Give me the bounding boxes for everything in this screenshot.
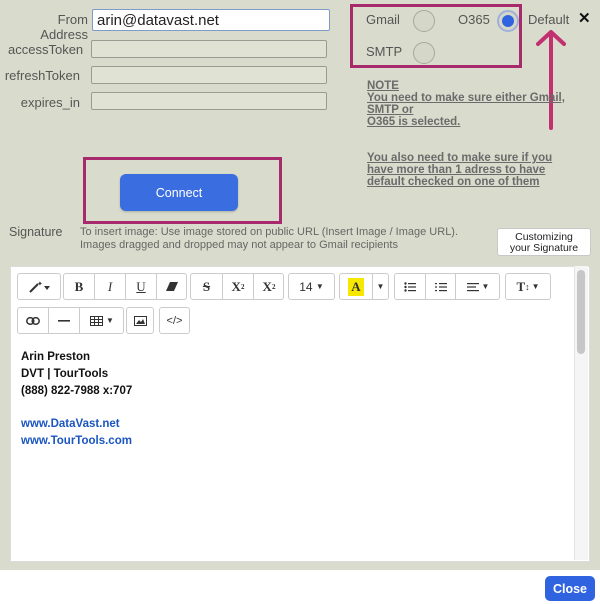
customize-signature-button[interactable]: Customizing your Signature bbox=[497, 228, 591, 256]
radio-selected-dot bbox=[502, 15, 514, 27]
line-height-dropdown[interactable]: T ↕ ▼ bbox=[505, 273, 551, 300]
editor-scrollbar-thumb[interactable] bbox=[577, 270, 585, 354]
note-text-line: You also need to make sure if you bbox=[367, 152, 553, 164]
color-group: A ▼ bbox=[339, 273, 389, 300]
signature-phone: (888) 822-7988 x:707 bbox=[21, 385, 133, 397]
expires-in-label: expires_in bbox=[20, 95, 80, 110]
access-token-label: accessToken bbox=[8, 42, 84, 57]
horizontal-rule-icon[interactable] bbox=[48, 308, 79, 333]
eraser-icon[interactable] bbox=[156, 274, 187, 299]
script-group: S X2 X2 bbox=[190, 273, 284, 300]
caret-down-icon: ▼ bbox=[106, 316, 114, 325]
image-icon[interactable] bbox=[127, 308, 153, 333]
close-button[interactable]: Close bbox=[545, 576, 595, 601]
note-text-line: have more than 1 adress to have bbox=[367, 164, 546, 176]
signature-help-text: To insert image: Use image stored on pub… bbox=[80, 226, 459, 251]
font-size-dropdown[interactable]: 14 ▼ bbox=[288, 273, 335, 300]
default-label: Default bbox=[528, 12, 570, 27]
bold-button[interactable]: B bbox=[64, 274, 94, 299]
strikethrough-button[interactable]: S bbox=[191, 274, 222, 299]
expires-in-input[interactable] bbox=[91, 92, 327, 110]
svg-text:✦: ✦ bbox=[37, 280, 43, 288]
caret-down-icon: ▼ bbox=[315, 282, 324, 291]
close-icon[interactable]: ✕ bbox=[578, 9, 591, 27]
signature-name: Arin Preston bbox=[21, 351, 91, 363]
superscript-letter: X bbox=[231, 278, 241, 294]
bullet-list-icon[interactable] bbox=[395, 274, 425, 299]
insert-group: ▼ bbox=[17, 307, 124, 334]
link-icon[interactable] bbox=[18, 308, 48, 333]
underline-button[interactable]: U bbox=[125, 274, 156, 299]
font-size-text: 14 bbox=[299, 279, 313, 294]
connect-button[interactable]: Connect bbox=[120, 174, 238, 211]
table-dropdown[interactable]: ▼ bbox=[79, 308, 124, 333]
font-size-value: 14 ▼ bbox=[289, 274, 334, 299]
refresh-token-input[interactable] bbox=[91, 66, 327, 84]
superscript-button[interactable]: X2 bbox=[222, 274, 253, 299]
subscript-letter: X bbox=[262, 278, 272, 294]
refresh-token-label: refreshToken bbox=[4, 68, 80, 83]
magic-wand-icon[interactable]: ✦ bbox=[18, 274, 60, 299]
note-text-line: default checked on one of them bbox=[367, 176, 540, 188]
line-height-icon: T ↕ ▼ bbox=[516, 278, 540, 294]
style-group: ✦ bbox=[17, 273, 61, 300]
signature-company: DVT | TourTools bbox=[21, 368, 109, 380]
numbered-list-icon[interactable] bbox=[425, 274, 455, 299]
italic-button[interactable]: I bbox=[94, 274, 125, 299]
caret-down-icon[interactable]: ▼ bbox=[372, 274, 388, 299]
o365-label: O365 bbox=[458, 12, 490, 27]
gmail-label: Gmail bbox=[366, 12, 400, 27]
code-group: </> bbox=[159, 307, 190, 334]
subscript-button[interactable]: X2 bbox=[253, 274, 284, 299]
caret-down-icon: ▼ bbox=[481, 282, 490, 291]
align-dropdown[interactable]: ▼ bbox=[455, 274, 500, 299]
text-color-swatch: A bbox=[348, 277, 364, 296]
smtp-label: SMTP bbox=[366, 44, 403, 59]
list-group: ▼ bbox=[394, 273, 500, 300]
from-address-label: From Address bbox=[40, 12, 88, 42]
annotation-arrow bbox=[536, 30, 566, 130]
gmail-radio[interactable] bbox=[413, 10, 435, 32]
align-icon bbox=[466, 282, 479, 291]
o365-radio[interactable] bbox=[497, 10, 519, 32]
caret-down-icon: ▼ bbox=[531, 282, 540, 291]
signature-link-tourtools[interactable]: www.TourTools.com bbox=[21, 435, 132, 447]
text-color-button[interactable]: A bbox=[340, 274, 372, 299]
table-icon bbox=[90, 315, 104, 326]
line-height-letter: T bbox=[516, 278, 526, 294]
note-text-line: You need to make sure either Gmail, bbox=[367, 92, 565, 104]
signature-label: Signature bbox=[9, 225, 63, 239]
access-token-input[interactable] bbox=[91, 40, 327, 58]
code-view-icon[interactable]: </> bbox=[160, 308, 189, 333]
note-text-line: O365 is selected. bbox=[367, 116, 461, 128]
from-address-input[interactable] bbox=[92, 9, 330, 31]
image-group bbox=[126, 307, 154, 334]
format-group: B I U bbox=[63, 273, 187, 300]
footer-bar bbox=[0, 570, 600, 604]
note-text-line: SMTP or bbox=[367, 104, 414, 116]
smtp-radio[interactable] bbox=[413, 42, 435, 64]
signature-link-datavast[interactable]: www.DataVast.net bbox=[21, 418, 120, 430]
note-heading: NOTE bbox=[367, 80, 399, 92]
